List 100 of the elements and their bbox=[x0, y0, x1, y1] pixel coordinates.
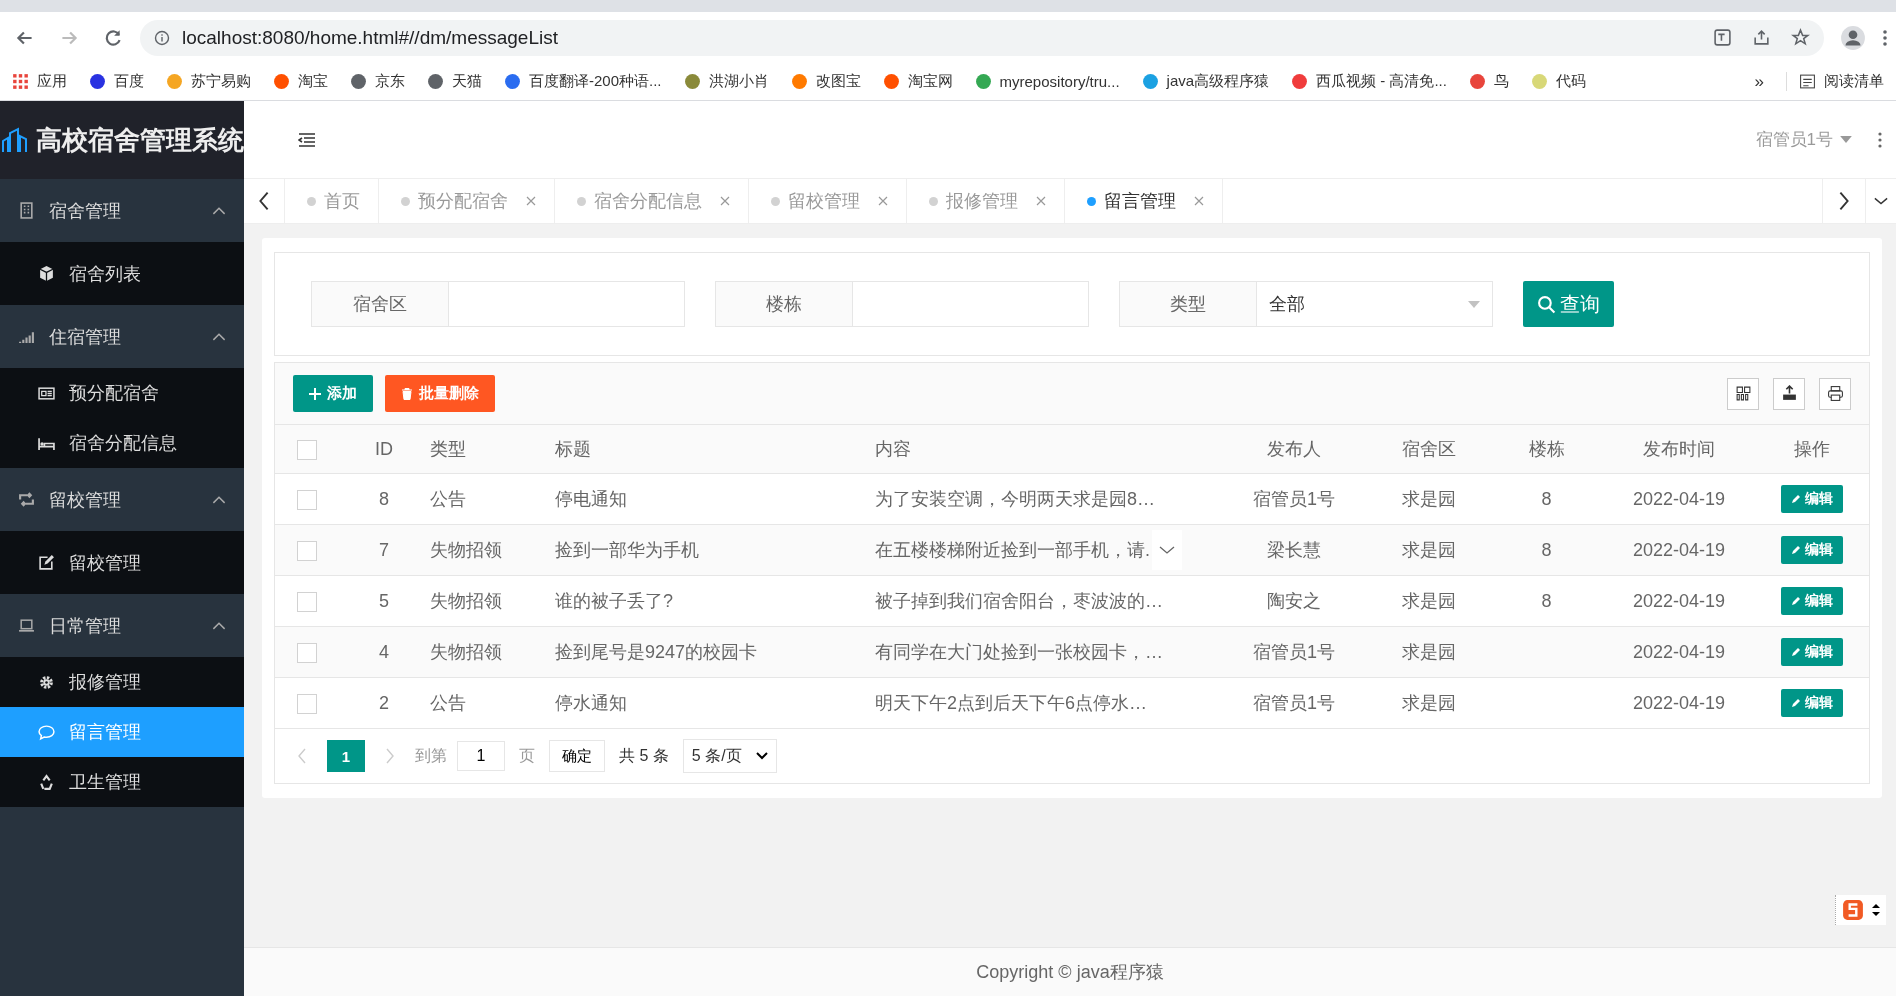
edit-button[interactable]: 编辑 bbox=[1780, 536, 1843, 564]
row-checkbox[interactable] bbox=[297, 540, 317, 561]
row-checkbox[interactable] bbox=[297, 693, 317, 714]
table-cell: 8 bbox=[379, 488, 389, 509]
profile-icon[interactable] bbox=[1840, 24, 1866, 51]
select-field[interactable]: 全部 bbox=[1257, 281, 1493, 327]
table-cell: 为了安装空调，今明两天求是园8… bbox=[875, 489, 1155, 509]
table-cell: 公告 bbox=[430, 693, 466, 713]
edit-button[interactable]: 编辑 bbox=[1780, 689, 1843, 717]
table-cell: 失物招领 bbox=[430, 642, 502, 662]
table-cell: 捡到一部华为手机 bbox=[555, 540, 699, 560]
bookmark[interactable]: 苏宁易购 bbox=[166, 72, 251, 91]
close-icon[interactable] bbox=[1036, 196, 1046, 206]
bookmark[interactable]: 代码 bbox=[1530, 72, 1586, 91]
table-cell: 7 bbox=[379, 539, 389, 560]
laptop-icon bbox=[18, 617, 35, 634]
url-text: localhost:8080/home.html#//dm/messageList bbox=[182, 26, 558, 49]
more-icon[interactable] bbox=[1878, 131, 1882, 148]
bookmark[interactable]: java高级程序猿 bbox=[1141, 72, 1270, 91]
dot-icon bbox=[771, 196, 780, 206]
table-cell: 4 bbox=[379, 641, 389, 662]
info-icon bbox=[154, 29, 170, 46]
table-cell: 停水通知 bbox=[555, 693, 627, 713]
menu-item[interactable]: 预分配宿舍 bbox=[0, 368, 244, 418]
table-cell-text: 在五楼楼梯附近捡到一部手机，请. bbox=[875, 539, 1150, 562]
row-checkbox[interactable] bbox=[297, 591, 317, 612]
input-field[interactable] bbox=[449, 281, 685, 327]
bookmark[interactable]: 鸟 bbox=[1468, 72, 1509, 91]
bookmark[interactable]: 百度 bbox=[89, 72, 144, 91]
close-icon[interactable] bbox=[878, 196, 888, 206]
more-icon[interactable] bbox=[1882, 27, 1888, 48]
edit-button[interactable]: 编辑 bbox=[1780, 638, 1843, 666]
column-header: 发布时间 bbox=[1643, 439, 1715, 459]
table-cell: 2 bbox=[379, 692, 389, 713]
table-cell: 求是园 bbox=[1402, 693, 1456, 713]
tab[interactable]: 留言管理 bbox=[1065, 179, 1223, 223]
bookmark[interactable]: 西瓜视频 - 高清免... bbox=[1291, 72, 1447, 91]
bookmark[interactable]: 淘宝 bbox=[273, 72, 328, 91]
column-header: 楼栋 bbox=[1528, 439, 1565, 459]
menu-item[interactable]: 留校管理 bbox=[0, 531, 244, 594]
table-cell: 陶安之 bbox=[1267, 591, 1321, 611]
confirm-button[interactable]: 确定 bbox=[549, 740, 605, 772]
bookmark[interactable]: 洪湖小肖 bbox=[683, 72, 769, 91]
close-icon[interactable] bbox=[1194, 196, 1204, 206]
cube-icon bbox=[38, 265, 55, 282]
menu-icon[interactable] bbox=[298, 132, 316, 147]
edit-button[interactable]: 编辑 bbox=[1780, 485, 1843, 513]
close-icon[interactable] bbox=[526, 196, 536, 206]
search-button[interactable]: 查询 bbox=[1523, 281, 1614, 327]
export-button[interactable] bbox=[1773, 377, 1805, 410]
menu-item[interactable]: 卫生管理 bbox=[0, 757, 244, 807]
dot-icon bbox=[1087, 196, 1096, 206]
translate-icon[interactable] bbox=[1713, 28, 1732, 47]
star-icon[interactable] bbox=[1791, 28, 1810, 47]
table-cell: 失物招领 bbox=[430, 591, 502, 611]
address-bar[interactable]: localhost:8080/home.html#//dm/messageList bbox=[140, 19, 1824, 56]
column-header: ID bbox=[375, 438, 393, 459]
grid-icon bbox=[1734, 385, 1752, 402]
table-cell: 宿管员1号 bbox=[1253, 489, 1335, 509]
edit-icon bbox=[38, 554, 55, 571]
table-cell: 求是园 bbox=[1402, 489, 1456, 509]
bookmark[interactable]: 京东 bbox=[350, 72, 405, 91]
reading-list-button[interactable]: 阅读清单 bbox=[1786, 72, 1884, 91]
bookmark[interactable]: 淘宝网 bbox=[882, 72, 953, 91]
table-cell: 被子掉到我们宿舍阳台，枣波波的… bbox=[875, 591, 1163, 611]
menu-item[interactable]: 宿舍列表 bbox=[0, 242, 244, 305]
page-size-select[interactable]: 5 条/页 bbox=[682, 739, 777, 773]
share-icon[interactable] bbox=[1752, 28, 1771, 47]
table-cell: 求是园 bbox=[1402, 540, 1456, 560]
plus-icon bbox=[309, 387, 321, 400]
dot-icon bbox=[307, 196, 316, 206]
print-button[interactable] bbox=[1819, 377, 1851, 410]
pencil-icon bbox=[1790, 545, 1801, 555]
trash-icon bbox=[401, 387, 413, 400]
bookmark[interactable]: 改图宝 bbox=[790, 72, 861, 91]
pencil-icon bbox=[1790, 494, 1801, 504]
bookmark[interactable]: 天猫 bbox=[427, 72, 482, 91]
input-field[interactable] bbox=[853, 281, 1089, 327]
bookmark[interactable]: 应用 bbox=[12, 72, 67, 91]
select-all-checkbox[interactable] bbox=[297, 439, 317, 460]
overflow-button[interactable]: » bbox=[1754, 71, 1764, 92]
page-input[interactable]: 1 bbox=[457, 741, 505, 771]
bookmark[interactable]: myrepository/tru... bbox=[974, 73, 1120, 90]
bookmark[interactable]: 百度翻译-200种语... bbox=[504, 72, 662, 91]
app-title: 高校宿舍管理系统 bbox=[36, 123, 244, 157]
close-icon[interactable] bbox=[720, 196, 730, 206]
add-button[interactable]: 添加 bbox=[293, 375, 373, 412]
row-checkbox[interactable] bbox=[297, 642, 317, 663]
columns-button[interactable] bbox=[1727, 377, 1759, 410]
menu-item[interactable]: 宿舍分配信息 bbox=[0, 418, 244, 468]
caret-down-icon bbox=[1840, 136, 1852, 143]
row-checkbox[interactable] bbox=[297, 489, 317, 510]
building-icon bbox=[18, 202, 35, 219]
chevron-down-icon bbox=[1159, 545, 1175, 555]
input-method-toolbar[interactable] bbox=[1835, 895, 1886, 925]
menu-item[interactable]: 报修管理 bbox=[0, 657, 244, 707]
printer-icon bbox=[1826, 385, 1844, 402]
page-button[interactable]: 1 bbox=[327, 740, 365, 772]
edit-button[interactable]: 编辑 bbox=[1780, 587, 1843, 615]
table-cell: 有同学在大门处捡到一张校园卡，… bbox=[875, 642, 1163, 662]
